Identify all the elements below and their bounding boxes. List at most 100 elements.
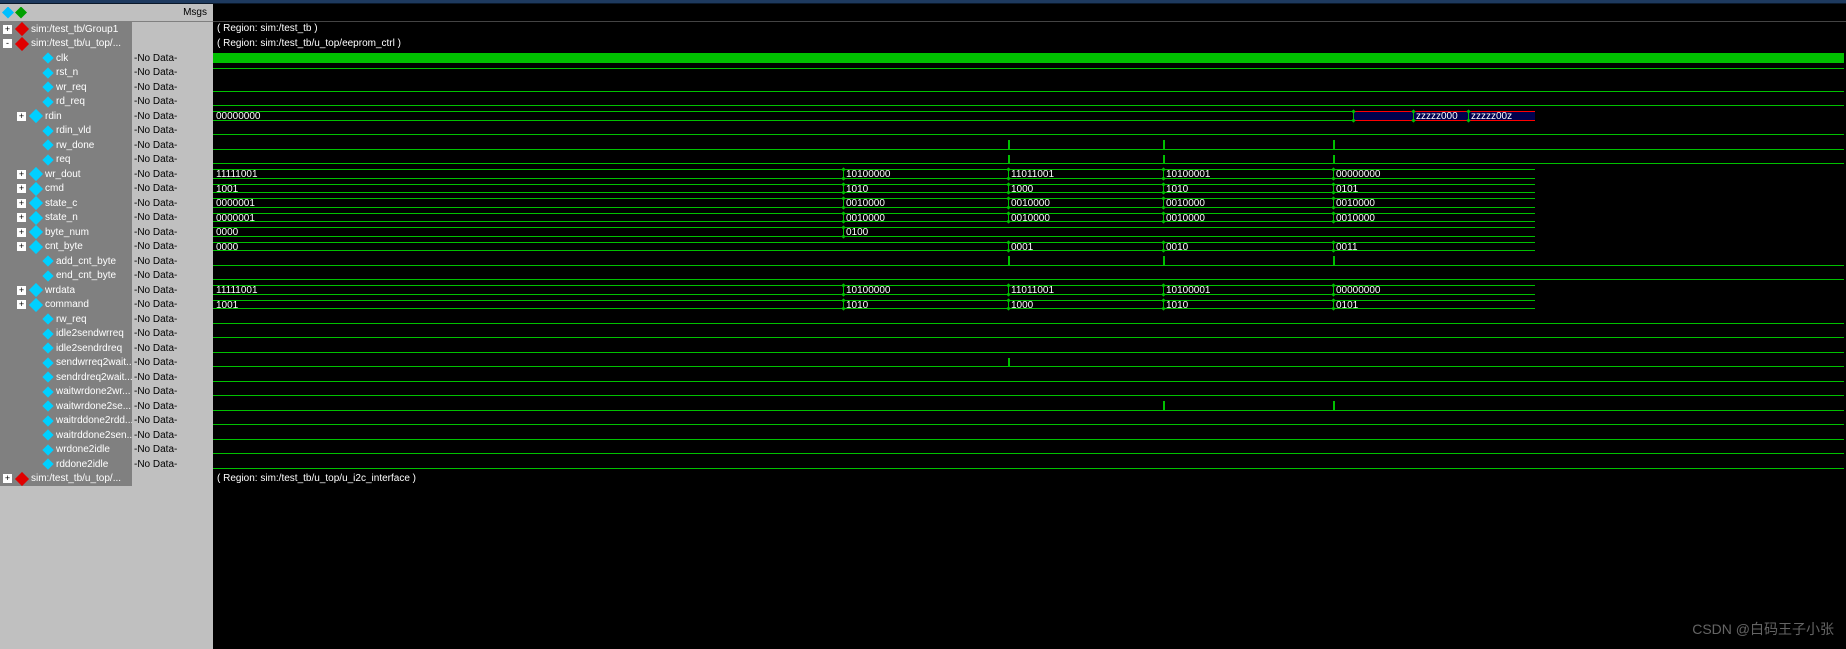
- signal-row[interactable]: waitrddone2sen...-No Data-: [0, 428, 213, 443]
- signal-row[interactable]: rw_req-No Data-: [0, 312, 213, 327]
- wave-end-cnt-byte[interactable]: [213, 269, 1846, 284]
- wave-wr-dout[interactable]: 1111100110100000110110011010000100000000: [213, 167, 1846, 182]
- expand-toggle[interactable]: +: [16, 285, 27, 296]
- signal-name: idle2sendwrreq: [56, 328, 124, 339]
- signal-row[interactable]: +sim:/test_tb/Group1: [0, 22, 213, 37]
- signal-name: waitwrdone2wr...: [56, 386, 130, 397]
- signal-value: -No Data-: [132, 82, 213, 93]
- bus-value: 10100000: [846, 169, 891, 180]
- waveform-area[interactable]: ( Region: sim:/test_tb )( Region: sim:/t…: [213, 4, 1846, 649]
- signal-row[interactable]: add_cnt_byte-No Data-: [0, 254, 213, 269]
- wave-rddone2idle[interactable]: [213, 457, 1846, 472]
- wave-rd-req[interactable]: [213, 95, 1846, 110]
- signal-row[interactable]: rddone2idle-No Data-: [0, 457, 213, 472]
- signal-row[interactable]: +cnt_byte-No Data-: [0, 240, 213, 255]
- signal-row[interactable]: sendrdreq2wait...-No Data-: [0, 370, 213, 385]
- wave-command[interactable]: 10011010100010100101: [213, 298, 1846, 313]
- signal-list[interactable]: +sim:/test_tb/Group1-sim:/test_tb/u_top/…: [0, 22, 213, 649]
- expand-toggle[interactable]: +: [16, 212, 27, 223]
- wave-cnt-byte[interactable]: 0000000100100011: [213, 240, 1846, 255]
- signal-value: -No Data-: [132, 386, 213, 397]
- signal-row[interactable]: +cmd-No Data-: [0, 182, 213, 197]
- wave-waitrddone2sen[interactable]: [213, 428, 1846, 443]
- signal-row[interactable]: idle2sendrdreq-No Data-: [0, 341, 213, 356]
- signal-value: -No Data-: [132, 212, 213, 223]
- signal-row[interactable]: +wr_dout-No Data-: [0, 167, 213, 182]
- wave-add-cnt-byte[interactable]: [213, 254, 1846, 269]
- wave-req[interactable]: [213, 153, 1846, 168]
- signal-row[interactable]: end_cnt_byte-No Data-: [0, 269, 213, 284]
- bus-value: 1001: [216, 300, 238, 311]
- wave-rst-n[interactable]: [213, 66, 1846, 81]
- signal-row[interactable]: +byte_num-No Data-: [0, 225, 213, 240]
- wave-wrdata[interactable]: 1111100110100000110110011010000100000000: [213, 283, 1846, 298]
- signal-row[interactable]: +state_n-No Data-: [0, 211, 213, 226]
- bus-value: 1010: [1166, 300, 1188, 311]
- signal-icon: [42, 82, 53, 93]
- signal-row[interactable]: req-No Data-: [0, 153, 213, 168]
- signal-row[interactable]: sendwrreq2wait...-No Data-: [0, 356, 213, 371]
- wave-sendwrreq2wait[interactable]: [213, 356, 1846, 371]
- signal-row[interactable]: rw_done-No Data-: [0, 138, 213, 153]
- wave-rdin[interactable]: 00000000zzzzz000zzzzz00z: [213, 109, 1846, 124]
- signal-icon: [42, 459, 53, 470]
- wave-sendrdreq2wait[interactable]: [213, 370, 1846, 385]
- expand-toggle[interactable]: +: [2, 24, 13, 35]
- wave-rw-req[interactable]: [213, 312, 1846, 327]
- signal-row[interactable]: wr_req-No Data-: [0, 80, 213, 95]
- wave-waitrddone2rdd[interactable]: [213, 414, 1846, 429]
- signal-row[interactable]: clk-No Data-: [0, 51, 213, 66]
- bus-icon: [29, 298, 43, 312]
- signal-value: -No Data-: [132, 169, 213, 180]
- signal-row[interactable]: waitwrdone2se...-No Data-: [0, 399, 213, 414]
- wave-wr-req[interactable]: [213, 80, 1846, 95]
- signal-row[interactable]: +wrdata-No Data-: [0, 283, 213, 298]
- expand-toggle[interactable]: +: [16, 299, 27, 310]
- wave-idle2sendrdreq[interactable]: [213, 341, 1846, 356]
- signal-row[interactable]: rst_n-No Data-: [0, 66, 213, 81]
- signal-name: end_cnt_byte: [56, 270, 116, 281]
- wave-rdin-vld[interactable]: [213, 124, 1846, 139]
- signal-row[interactable]: waitwrdone2wr...-No Data-: [0, 385, 213, 400]
- bus-value: 0010000: [1336, 213, 1375, 224]
- expand-toggle[interactable]: +: [16, 198, 27, 209]
- signal-icon: [42, 154, 53, 165]
- signal-row[interactable]: idle2sendwrreq-No Data-: [0, 327, 213, 342]
- expand-toggle[interactable]: +: [16, 111, 27, 122]
- signal-row[interactable]: rd_req-No Data-: [0, 95, 213, 110]
- signal-icon: [42, 357, 53, 368]
- wave-waitwrdone2wr[interactable]: [213, 385, 1846, 400]
- bus-icon: [29, 240, 43, 254]
- expand-toggle[interactable]: +: [16, 241, 27, 252]
- signal-row[interactable]: wrdone2idle-No Data-: [0, 443, 213, 458]
- wave-byte-num[interactable]: 00000100: [213, 225, 1846, 240]
- signal-row[interactable]: -sim:/test_tb/u_top/...: [0, 37, 213, 52]
- bus-value: 1010: [846, 300, 868, 311]
- signal-row[interactable]: +sim:/test_tb/u_top/...: [0, 472, 213, 487]
- wave-state-n[interactable]: 00000010010000001000000100000010000: [213, 211, 1846, 226]
- wave-wrdone2idle[interactable]: [213, 443, 1846, 458]
- signal-row[interactable]: waitrddone2rdd...-No Data-: [0, 414, 213, 429]
- wave-state-c[interactable]: 00000010010000001000000100000010000: [213, 196, 1846, 211]
- wave-clk[interactable]: [213, 51, 1846, 66]
- wave-cmd[interactable]: 10011010100010100101: [213, 182, 1846, 197]
- expand-toggle[interactable]: +: [16, 183, 27, 194]
- expand-toggle[interactable]: +: [16, 169, 27, 180]
- wave-idle2sendwrreq[interactable]: [213, 327, 1846, 342]
- time-ruler[interactable]: [213, 4, 1846, 22]
- header-icon[interactable]: [15, 7, 27, 19]
- wave-waitwrdone2se[interactable]: [213, 399, 1846, 414]
- signal-row[interactable]: +rdin-No Data-: [0, 109, 213, 124]
- signal-value: -No Data-: [132, 256, 213, 267]
- bus-value: 00000000: [1336, 285, 1381, 296]
- expand-toggle[interactable]: -: [2, 38, 13, 49]
- expand-toggle[interactable]: +: [2, 473, 13, 484]
- signal-value: -No Data-: [132, 430, 213, 441]
- expand-toggle[interactable]: +: [16, 227, 27, 238]
- header-icon[interactable]: [2, 7, 14, 19]
- wave-rw-done[interactable]: [213, 138, 1846, 153]
- signal-name: rst_n: [56, 67, 78, 78]
- signal-row[interactable]: rdin_vld-No Data-: [0, 124, 213, 139]
- signal-row[interactable]: +command-No Data-: [0, 298, 213, 313]
- signal-row[interactable]: +state_c-No Data-: [0, 196, 213, 211]
